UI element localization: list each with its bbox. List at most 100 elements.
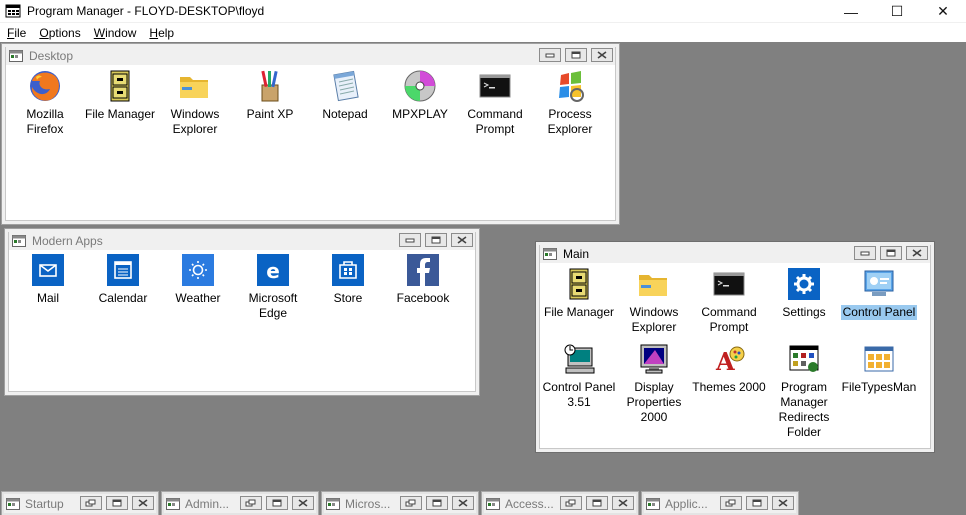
program-item-mail[interactable]: Mail	[9, 253, 87, 306]
group-window-icon	[166, 498, 180, 510]
program-item-microsoft-edge[interactable]: e Microsoft Edge	[234, 253, 312, 321]
file-cabinet-icon	[110, 70, 130, 102]
facebook-icon	[407, 254, 439, 286]
program-item-calendar[interactable]: Calendar	[84, 253, 162, 306]
program-item-label: Paint XP	[246, 107, 294, 121]
weather-icon	[182, 254, 214, 286]
program-item-settings[interactable]: Settings	[765, 267, 843, 320]
gear-icon	[788, 268, 820, 300]
group-title: Desktop	[29, 49, 74, 63]
program-item-store[interactable]: Store	[309, 253, 387, 306]
program-item-windows-explorer[interactable]: Windows Explorer	[156, 69, 234, 137]
notepad-icon	[333, 70, 359, 102]
program-item-command-prompt[interactable]: Command Prompt	[456, 69, 534, 137]
group-window-modern-apps[interactable]: Modern Apps Mail Calendar Weather e Micr…	[4, 228, 480, 396]
program-item-label: Themes 2000	[692, 380, 766, 394]
menu-window[interactable]: Window	[87, 26, 143, 40]
group-window-icon	[326, 498, 340, 510]
group-close-button[interactable]	[452, 496, 474, 510]
minimized-group-title: Admin...	[185, 497, 230, 511]
paint-brushes-icon	[261, 70, 279, 102]
store-icon	[332, 254, 364, 286]
group-maximize-button[interactable]	[746, 496, 768, 510]
program-item-process-explorer[interactable]: Process Explorer	[531, 69, 609, 137]
program-item-label: Display Properties 2000	[626, 380, 682, 424]
group-minimize-button[interactable]	[854, 246, 876, 260]
group-close-button[interactable]	[451, 233, 473, 247]
program-item-label: Windows Explorer	[629, 305, 679, 334]
program-item-filetypesman[interactable]: FileTypesMan	[840, 342, 918, 395]
group-maximize-button[interactable]	[586, 496, 608, 510]
program-item-windows-explorer[interactable]: Windows Explorer	[615, 267, 693, 335]
group-close-button[interactable]	[612, 496, 634, 510]
group-close-button[interactable]	[906, 246, 928, 260]
window-titlebar[interactable]: Program Manager - FLOYD-DESKTOP\floyd — …	[0, 0, 966, 23]
minimize-button[interactable]: —	[828, 0, 874, 23]
program-item-notepad[interactable]: Notepad	[306, 69, 384, 122]
program-item-label: Program Manager Redirects Folder	[778, 380, 830, 439]
minimized-group-applic[interactable]: Applic...	[641, 491, 799, 515]
windows-flag-icon	[559, 71, 584, 102]
menu-options[interactable]: Options	[32, 26, 86, 40]
program-item-label: Weather	[175, 291, 221, 305]
group-close-button[interactable]	[591, 48, 613, 62]
program-item-label: Settings	[782, 305, 826, 319]
program-item-mpxplay[interactable]: MPXPLAY	[381, 69, 459, 122]
filetypesman-icon	[864, 346, 894, 372]
minimized-group-access[interactable]: Access...	[481, 491, 639, 515]
group-restore-button[interactable]	[560, 496, 582, 510]
group-titlebar[interactable]: Modern Apps	[9, 232, 475, 250]
group-maximize-button[interactable]	[880, 246, 902, 260]
program-item-command-prompt[interactable]: Command Prompt	[690, 267, 768, 335]
group-window-main[interactable]: Main File Manager Windows Explorer Comma…	[535, 241, 935, 453]
close-button[interactable]: ✕	[920, 0, 966, 23]
group-maximize-button[interactable]	[266, 496, 288, 510]
group-window-icon	[486, 498, 500, 510]
group-window-icon	[543, 248, 557, 260]
group-window-desktop[interactable]: Desktop Mozilla Firefox File Manager Win…	[1, 43, 620, 225]
program-item-file-manager[interactable]: File Manager	[81, 69, 159, 122]
group-restore-button[interactable]	[80, 496, 102, 510]
menu-bar: File Options Window Help	[0, 23, 966, 42]
group-maximize-button[interactable]	[426, 496, 448, 510]
group-maximize-button[interactable]	[565, 48, 587, 62]
program-item-weather[interactable]: Weather	[159, 253, 237, 306]
svg-text:e: e	[266, 259, 280, 283]
group-maximize-button[interactable]	[106, 496, 128, 510]
program-item-control-panel[interactable]: Control Panel	[840, 267, 918, 320]
minimized-group-title: Micros...	[345, 497, 391, 511]
group-minimize-button[interactable]	[399, 233, 421, 247]
group-restore-button[interactable]	[720, 496, 742, 510]
group-close-button[interactable]	[772, 496, 794, 510]
folder-icon	[639, 275, 667, 296]
minimized-group-title: Access...	[505, 497, 554, 511]
menu-file[interactable]: File	[0, 26, 32, 40]
maximize-button[interactable]: ☐	[874, 0, 920, 23]
program-item-facebook[interactable]: Facebook	[384, 253, 462, 306]
group-minimize-button[interactable]	[539, 48, 561, 62]
program-item-paint-xp[interactable]: Paint XP	[231, 69, 309, 122]
group-window-icon	[646, 498, 660, 510]
minimized-group-micros[interactable]: Micros...	[321, 491, 479, 515]
group-close-button[interactable]	[292, 496, 314, 510]
cd-icon	[404, 70, 436, 102]
progman-redirect-icon	[789, 345, 819, 372]
group-maximize-button[interactable]	[425, 233, 447, 247]
program-item-control-panel-351[interactable]: Control Panel 3.51	[540, 342, 618, 410]
menu-help[interactable]: Help	[142, 26, 180, 40]
group-titlebar[interactable]: Main	[540, 245, 930, 263]
program-item-firefox[interactable]: Mozilla Firefox	[6, 69, 84, 137]
program-item-progman-redirects-folder[interactable]: Program Manager Redirects Folder	[765, 342, 843, 440]
group-titlebar[interactable]: Desktop	[6, 47, 615, 65]
program-item-display-properties[interactable]: Display Properties 2000	[615, 342, 693, 425]
group-restore-button[interactable]	[240, 496, 262, 510]
group-restore-button[interactable]	[400, 496, 422, 510]
program-item-label: Store	[333, 291, 363, 305]
minimized-group-admin[interactable]: Admin...	[161, 491, 319, 515]
program-item-file-manager[interactable]: File Manager	[540, 267, 618, 320]
program-item-label: Command Prompt	[701, 305, 757, 334]
program-item-label: Facebook	[396, 291, 450, 305]
program-item-themes-2000[interactable]: A Themes 2000	[690, 342, 768, 395]
minimized-group-startup[interactable]: Startup	[1, 491, 159, 515]
group-close-button[interactable]	[132, 496, 154, 510]
